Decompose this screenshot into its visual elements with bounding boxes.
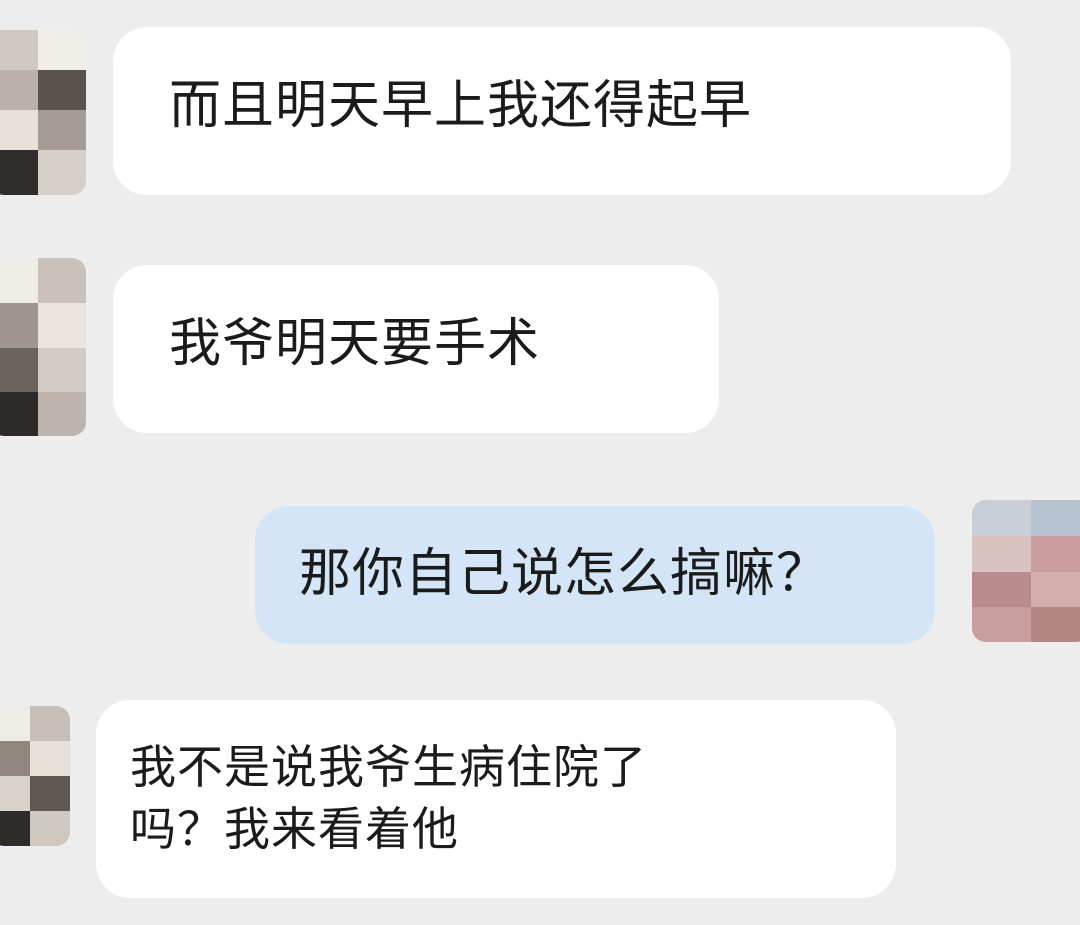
contact-avatar[interactable]	[0, 258, 86, 436]
contact-avatar[interactable]	[0, 706, 70, 846]
message-text-line: 我不是说我爷生病住院了	[130, 740, 647, 794]
contact-avatar[interactable]	[0, 30, 86, 195]
user-avatar[interactable]	[972, 500, 1080, 642]
message-text: 我爷明天要手术	[169, 314, 541, 374]
message-bubble[interactable]: 我不是说我爷生病住院了 吗？我来看着他	[96, 700, 896, 898]
message-bubble[interactable]: 我爷明天要手术	[113, 265, 719, 433]
chat-area: 而且明天早上我还得起早 我爷明天要手术 那你自己说怎么搞嘛？ 我不是说我爷生病住…	[0, 0, 1080, 925]
message-text-line: 吗？我来看着他	[130, 802, 459, 856]
message-text: 那你自己说怎么搞嘛？	[299, 544, 830, 604]
message-bubble[interactable]: 而且明天早上我还得起早	[113, 27, 1011, 195]
message-bubble-self[interactable]: 那你自己说怎么搞嘛？	[255, 506, 935, 644]
message-text: 而且明天早上我还得起早	[169, 76, 753, 136]
